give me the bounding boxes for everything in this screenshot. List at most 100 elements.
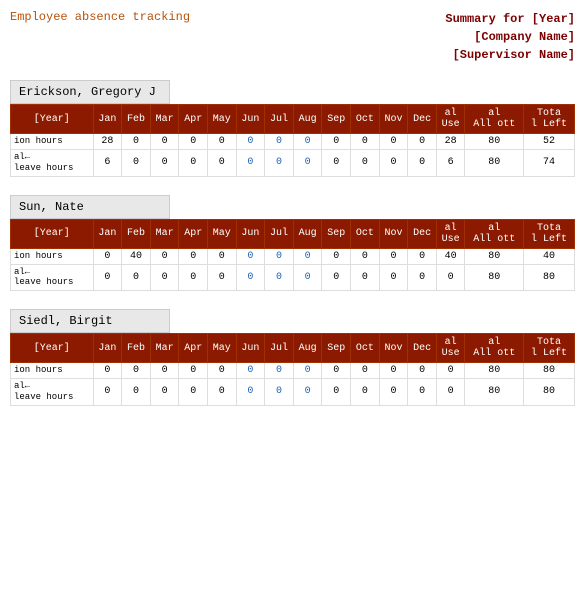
total-all-1: 80 — [465, 264, 523, 291]
cell-0-3: 0 — [179, 248, 208, 264]
page-header: Employee absence tracking Summary for [Y… — [10, 10, 575, 64]
total-use-1: 6 — [436, 150, 465, 177]
cell-0-10: 0 — [379, 248, 408, 264]
cell-0-8: 0 — [322, 134, 351, 150]
col-header-12: Dec — [408, 334, 437, 363]
col-header-5: May — [208, 219, 237, 248]
cell-1-3: 0 — [179, 150, 208, 177]
total-left-1: 80 — [523, 379, 574, 406]
cell-1-2: 0 — [150, 150, 179, 177]
row-label-0: ion hours — [11, 134, 94, 150]
cell-1-4: 0 — [208, 379, 237, 406]
col-header-10: Oct — [351, 105, 380, 134]
supervisor-name: [Supervisor Name] — [445, 46, 575, 64]
cell-1-5: 0 — [236, 379, 265, 406]
cell-0-5: 0 — [236, 363, 265, 379]
col-header-2: Feb — [122, 105, 151, 134]
cell-1-11: 0 — [408, 150, 437, 177]
cell-1-3: 0 — [179, 379, 208, 406]
cell-0-10: 0 — [379, 134, 408, 150]
cell-1-7: 0 — [293, 150, 322, 177]
cell-0-11: 0 — [408, 248, 437, 264]
total-use-0: 40 — [436, 248, 465, 264]
cell-1-2: 0 — [150, 264, 179, 291]
cell-1-1: 0 — [122, 379, 151, 406]
col-header-1: Jan — [93, 219, 122, 248]
col-header-7: Jul — [265, 105, 294, 134]
cell-0-1: 40 — [122, 248, 151, 264]
cell-0-6: 0 — [265, 134, 294, 150]
cell-1-9: 0 — [351, 264, 380, 291]
cell-1-6: 0 — [265, 379, 294, 406]
col-header-0: [Year] — [11, 219, 94, 248]
total-use-1: 0 — [436, 379, 465, 406]
col-header-13: alUse — [436, 219, 465, 248]
row-label-0: ion hours — [11, 363, 94, 379]
cell-1-8: 0 — [322, 264, 351, 291]
table-row: ion hours2800000000000288052 — [11, 134, 575, 150]
total-use-0: 0 — [436, 363, 465, 379]
col-header-9: Sep — [322, 105, 351, 134]
cell-1-1: 0 — [122, 264, 151, 291]
col-header-2: Feb — [122, 334, 151, 363]
col-header-5: May — [208, 105, 237, 134]
employee-section-1: Sun, Nate[Year]JanFebMarAprMayJunJulAugS… — [10, 195, 575, 292]
cell-0-11: 0 — [408, 363, 437, 379]
col-header-12: Dec — [408, 219, 437, 248]
col-header-8: Aug — [293, 105, 322, 134]
row-label-1: al←leave hours — [11, 150, 94, 177]
col-header-7: Jul — [265, 219, 294, 248]
cell-1-5: 0 — [236, 264, 265, 291]
col-header-15: Total Left — [523, 105, 574, 134]
total-all-1: 80 — [465, 379, 523, 406]
total-all-0: 80 — [465, 363, 523, 379]
cell-0-4: 0 — [208, 248, 237, 264]
col-header-6: Jun — [236, 334, 265, 363]
cell-1-5: 0 — [236, 150, 265, 177]
col-header-12: Dec — [408, 105, 437, 134]
cell-0-4: 0 — [208, 134, 237, 150]
col-header-0: [Year] — [11, 334, 94, 363]
col-header-11: Nov — [379, 105, 408, 134]
cell-1-8: 0 — [322, 150, 351, 177]
cell-1-10: 0 — [379, 264, 408, 291]
col-header-14: alAll ott — [465, 219, 523, 248]
col-header-4: Apr — [179, 334, 208, 363]
cell-0-1: 0 — [122, 363, 151, 379]
col-header-7: Jul — [265, 334, 294, 363]
col-header-13: alUse — [436, 105, 465, 134]
cell-1-0: 0 — [93, 264, 122, 291]
cell-0-1: 0 — [122, 134, 151, 150]
cell-1-3: 0 — [179, 264, 208, 291]
cell-0-9: 0 — [351, 248, 380, 264]
col-header-9: Sep — [322, 334, 351, 363]
cell-0-6: 0 — [265, 363, 294, 379]
row-label-1: al←leave hours — [11, 379, 94, 406]
total-left-0: 52 — [523, 134, 574, 150]
col-header-4: Apr — [179, 105, 208, 134]
col-header-1: Jan — [93, 334, 122, 363]
cell-1-0: 6 — [93, 150, 122, 177]
employee-table-0: [Year]JanFebMarAprMayJunJulAugSepOctNovD… — [10, 104, 575, 177]
summary-label: Summary for [Year] — [445, 10, 575, 28]
col-header-14: alAll ott — [465, 334, 523, 363]
col-header-3: Mar — [150, 219, 179, 248]
cell-0-10: 0 — [379, 363, 408, 379]
cell-0-0: 28 — [93, 134, 122, 150]
cell-0-2: 0 — [150, 248, 179, 264]
employee-name-2: Siedl, Birgit — [10, 309, 170, 333]
cell-1-2: 0 — [150, 379, 179, 406]
col-header-4: Apr — [179, 219, 208, 248]
col-header-8: Aug — [293, 334, 322, 363]
cell-0-8: 0 — [322, 363, 351, 379]
cell-0-7: 0 — [293, 248, 322, 264]
cell-0-2: 0 — [150, 134, 179, 150]
total-left-0: 40 — [523, 248, 574, 264]
employee-name-0: Erickson, Gregory J — [10, 80, 170, 104]
cell-1-11: 0 — [408, 379, 437, 406]
cell-1-4: 0 — [208, 150, 237, 177]
total-all-1: 80 — [465, 150, 523, 177]
table-row: ion hours00000000000008080 — [11, 363, 575, 379]
table-row: ion hours0400000000000408040 — [11, 248, 575, 264]
cell-1-6: 0 — [265, 150, 294, 177]
